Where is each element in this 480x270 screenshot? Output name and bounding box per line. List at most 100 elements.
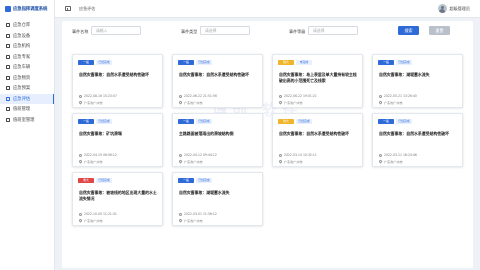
menu-item-icon [6, 44, 10, 49]
clock-icon [379, 153, 382, 157]
location-pin-icon [78, 100, 83, 105]
search-button[interactable]: 搜索 [398, 26, 419, 35]
menu-item-icon [6, 86, 10, 91]
evaluation-card[interactable]: 较大 未完成自然灾害事故：岛上表层及单大量持有较主桂破出高的小范围死亡及线索 202… [272, 54, 363, 108]
status-badge: 已经完成 [396, 60, 412, 65]
sidebar-item[interactable]: 应急设备 [0, 31, 54, 42]
card-title: 主路路面被落雨出的滑坡结构倒 [179, 131, 234, 136]
card-location-text: 广东省广州市 [384, 160, 403, 164]
card-tags: 一般 已经完成 [178, 119, 212, 124]
location-pin-icon [178, 100, 183, 105]
card-date-text: 2022-04-12 09:44:12 [184, 153, 217, 157]
evaluation-card[interactable]: 一般 已经完成 自然灾害事故：矿坑滑塌 2022-04-19 06:06:12 广东省广… [72, 113, 163, 167]
filter-bar: 事件名称 请输入 事件类型 请选择 事件等级 请选择 搜索 重置 [62, 26, 473, 38]
card-location-text: 广东省广州市 [84, 219, 103, 223]
location-pin-icon [78, 159, 83, 164]
location-pin-icon [178, 218, 183, 223]
evaluation-card[interactable]: 一般 已经完成自然灾害事故：自然水系遭受结构性破坏 2022-03-11 18:24… [372, 113, 463, 167]
card-location-text: 广东省广州市 [184, 219, 203, 223]
level-badge: 一般 [378, 60, 394, 65]
status-badge: 已经完成 [396, 119, 412, 124]
sidebar-item-label: 应急预案 [13, 86, 31, 92]
logo-icon [5, 6, 11, 12]
card-title: 自然灾害事故：湖堤蓄水流失 [379, 72, 430, 77]
breadcrumb: 应急评估 [79, 5, 96, 11]
menu-collapse-icon[interactable] [65, 6, 71, 11]
card-location-text: 广东省广州市 [284, 101, 303, 105]
card-location-text: 广东省广州市 [384, 101, 403, 105]
sidebar-item[interactable]: 应急预案 [0, 83, 54, 94]
sidebar-item[interactable]: 应急机构 [0, 41, 54, 52]
card-title: 自然灾害事故：自然水系遭受结构性破坏 [179, 72, 250, 77]
card-location-text: 广东省广州市 [184, 101, 203, 105]
card-tags: 一般 已经完成 [78, 119, 112, 124]
avatar[interactable] [437, 4, 447, 13]
event-level-label: 事件等级 [289, 29, 306, 34]
card-date-text: 2022-06-22 19:01:21 [284, 94, 317, 98]
card-location: 广东省广州市 [378, 159, 403, 164]
card-date: 2022-06-22 21:51:56 [179, 94, 217, 98]
card-date-text: 2022-03-11 18:24:46 [384, 153, 417, 157]
status-badge: 已经完成 [96, 178, 112, 183]
reset-button[interactable]: 重置 [429, 26, 450, 35]
level-badge: 一般 [178, 60, 194, 65]
card-title: 自然灾害事故：岛上表层及单大量持有较主桂破出高的小范围死亡及线索 [279, 72, 357, 83]
clock-icon [79, 212, 82, 216]
app-title: 应急指挥调度系统 [13, 7, 48, 12]
user-menu[interactable]: 超级管理员 [437, 4, 470, 13]
evaluation-card[interactable]: 较大 已经完成 自然灾害事故：自然水系遭受结构性破坏 2022-03-14 10:32… [272, 113, 363, 167]
sidebar: 应急指挥调度系统 应急仓库应急设备 应急机构应急专家应急车辆应急物资应急预案 应急评… [0, 0, 55, 270]
sidebar-item-label: 应急专家 [13, 54, 31, 60]
event-level-select[interactable]: 请选择 [308, 26, 358, 35]
sidebar-item-label: 应急车辆 [13, 65, 31, 71]
card-tags: 一般 已经完成 [78, 60, 112, 65]
card-location-text: 广东省广州市 [84, 101, 103, 105]
menu-item-icon [6, 75, 10, 80]
sidebar-item[interactable]: 应急车辆 [0, 62, 54, 73]
clock-icon [79, 153, 82, 157]
sidebar-item[interactable]: 值班管理 [0, 104, 54, 115]
location-pin-icon [378, 159, 383, 164]
sidebar-item[interactable]: 值班室管理 [0, 115, 54, 126]
card-tags: 较大 未完成 [278, 60, 312, 65]
clock-icon [179, 212, 182, 216]
card-location-text: 广东省广州市 [284, 160, 303, 164]
card-date-text: 2022-10-09 11:21:31 [84, 212, 117, 216]
location-pin-icon [278, 159, 283, 164]
sidebar-item[interactable]: 应急评估 [0, 93, 54, 104]
sidebar-item[interactable]: 应急物资 [0, 73, 54, 84]
event-type-select[interactable]: 请选择 [200, 26, 250, 35]
level-badge: 一般 [378, 119, 394, 124]
status-badge: 已经完成 [196, 178, 212, 183]
evaluation-card[interactable]: 一般 已经完成 自然灾害事故：自然水系遭受结构性破坏 2022-08-16 15:23… [72, 54, 163, 108]
card-location: 广东省广州市 [278, 159, 303, 164]
evaluation-card[interactable]: 重大 已经完成 自然灾害事故：被坡线的地区出现大量的水土流失情况 2022-10-09… [72, 172, 163, 226]
card-title: 自然灾害事故：自然水系遭受结构性破坏 [379, 131, 450, 136]
card-date-text: 2022-03-01 11:56:12 [184, 212, 217, 216]
evaluation-card[interactable]: 一般 已经完成 自然灾害事故：自然水系遭受结构性破坏 2022-06-22 21:51… [172, 54, 263, 108]
card-location: 广东省广州市 [178, 100, 203, 105]
sidebar-item[interactable]: 应急专家 [0, 52, 54, 63]
sidebar-menu: 应急仓库应急设备 应急机构应急专家应急车辆应急物资应急预案 应急评估 值班管理 值班室管… [0, 20, 54, 125]
sidebar-item-label: 应急仓库 [13, 23, 31, 29]
menu-item-icon [6, 96, 10, 101]
menu-item-icon [6, 33, 10, 38]
menu-item-icon [6, 117, 10, 122]
evaluation-card[interactable]: 一般 已经完成自然灾害事故：湖堤蓄水流失 2022-05-21 13:26:40 广东… [372, 54, 463, 108]
sidebar-item[interactable]: 应急仓库 [0, 20, 54, 31]
status-badge: 未完成 [296, 60, 312, 65]
card-date: 2022-04-19 06:06:12 [79, 153, 117, 157]
card-tags: 较大 已经完成 [278, 119, 312, 124]
card-title: 自然灾害事故：自然水系遭受结构性破坏 [79, 72, 150, 77]
event-name-input[interactable]: 请输入 [91, 26, 141, 35]
card-date-text: 2022-05-21 13:26:40 [384, 94, 417, 98]
card-date: 2022-06-22 19:01:21 [279, 94, 317, 98]
status-badge: 已经完成 [96, 60, 112, 65]
evaluation-card[interactable]: 一般 已经完成 主路路面被落雨出的滑坡结构倒 2022-04-12 09:44:12 广… [172, 113, 263, 167]
clock-icon [279, 153, 282, 157]
status-badge: 已经完成 [296, 119, 312, 124]
app-logo[interactable]: 应急指挥调度系统 [0, 0, 54, 18]
card-date: 2022-03-11 18:24:46 [379, 153, 417, 157]
evaluation-card[interactable]: 一般 已经完成 自然灾害事故：湖堤蓄水流失 2022-03-01 11:56:12 广东… [172, 172, 263, 226]
card-title: 自然灾害事故：湖堤蓄水流失 [179, 190, 230, 195]
